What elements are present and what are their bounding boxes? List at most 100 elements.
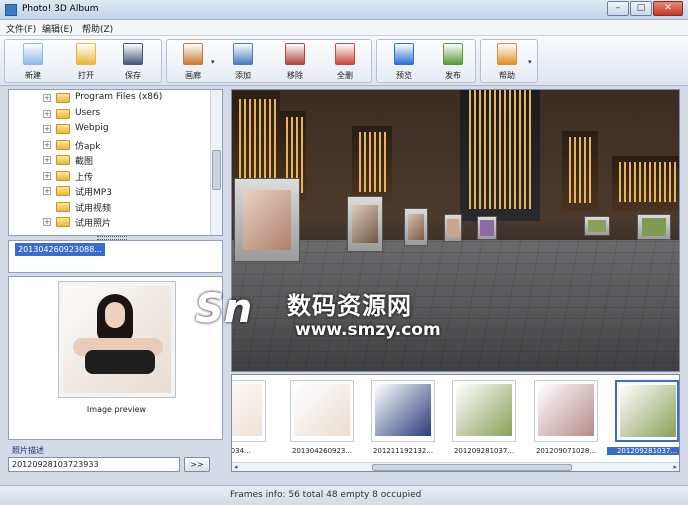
expand-icon[interactable]: + (43, 171, 51, 180)
expand-icon[interactable]: + (43, 187, 51, 195)
gallery-frame[interactable] (347, 196, 383, 252)
tree-item[interactable]: + 试用照片 (9, 215, 209, 229)
gallery-dropdown-icon[interactable]: ▾ (211, 58, 215, 66)
toolbar-label: 保存 (125, 71, 141, 80)
tree-item[interactable]: + Webpig (9, 122, 209, 136)
tree-item[interactable]: + 仿apk (9, 138, 209, 152)
frames-info: Frames info: 56 total 48 empty 8 occupie… (230, 490, 422, 500)
thumbnail-image (620, 385, 676, 437)
tree-scrollbar[interactable] (210, 90, 222, 235)
thumbnail-caption: 201304260923... (291, 447, 353, 455)
watermark-url: www.smzy.com (295, 320, 441, 340)
tree-item[interactable]: + Users (9, 107, 209, 121)
watermark-logo: Sn (195, 286, 253, 332)
thumbnail[interactable] (371, 380, 435, 442)
thumbnail[interactable] (290, 380, 354, 442)
thumbnail-strip: 142034... 201304260923... 201211192132... 2… (231, 374, 680, 472)
gallery-frame[interactable] (234, 178, 300, 262)
thumbnail[interactable] (232, 380, 266, 442)
window-title: Photo! 3D Album (22, 4, 99, 14)
watermark-site-name: 数码资源网 (287, 292, 412, 320)
apply-description-button[interactable]: >> (184, 457, 210, 472)
tree-item-label: Program Files (x86) (75, 92, 163, 102)
tree-item[interactable]: + 截图 (9, 153, 209, 167)
app-icon (5, 4, 17, 16)
gallery-frame[interactable] (637, 214, 671, 240)
expand-icon[interactable]: + (43, 218, 51, 226)
building (562, 131, 598, 211)
tree-item-label: Users (75, 107, 101, 118)
thumbnail-scrollbar[interactable]: ◂ ▸ (232, 462, 679, 471)
thumbnail-scroll-thumb[interactable] (372, 464, 572, 471)
thumbnail-image (375, 384, 431, 436)
expand-icon[interactable]: + (43, 109, 51, 118)
folder-icon (56, 93, 70, 103)
thumbnail[interactable] (452, 380, 516, 442)
description-input[interactable]: 20120928103723933 (8, 457, 180, 472)
publish-icon (443, 43, 463, 65)
expand-icon[interactable]: + (43, 140, 51, 149)
help-icon (497, 43, 517, 65)
menu-help[interactable]: 帮助(Z) (82, 22, 113, 35)
toolbar-label: 添加 (235, 71, 251, 80)
toolbar-button-save-disk[interactable]: 保存 (110, 41, 156, 83)
toolbar-button-remove-photo[interactable]: 移除 (272, 41, 318, 83)
expand-icon[interactable]: + (43, 94, 51, 102)
menu-file[interactable]: 文件(F) (6, 22, 36, 35)
tree-item[interactable]: 试用视频 (9, 200, 209, 214)
menu-edit[interactable]: 编辑(E) (42, 22, 73, 35)
tree-item[interactable]: + Program Files (x86) (9, 91, 209, 105)
toolbar: 新建 打开 保存 画廊 添加 移除 全删 预览 发布 帮助 ▾ ▾ (0, 36, 688, 86)
preview-photo-frame (58, 281, 176, 398)
scroll-left-icon[interactable]: ◂ (234, 463, 238, 471)
building (612, 156, 679, 211)
expand-icon[interactable]: + (43, 125, 51, 133)
minimize-button[interactable]: – (607, 1, 629, 16)
tree-item[interactable]: + 试用MP3 (9, 184, 209, 198)
toolbar-button-new-file[interactable]: 新建 (10, 41, 56, 83)
thumbnail-image (232, 384, 262, 436)
tree-item-label: 试用照片 (75, 219, 112, 229)
remove-photo-icon (285, 43, 305, 65)
tree-scroll-thumb[interactable] (212, 150, 221, 190)
gallery-frame[interactable] (584, 216, 610, 236)
gallery-frame[interactable] (404, 208, 428, 246)
help-dropdown-icon[interactable]: ▾ (528, 58, 532, 66)
toolbar-button-help[interactable]: 帮助 (484, 41, 530, 83)
toolbar-button-publish[interactable]: 发布 (430, 41, 476, 83)
folder-icon (56, 217, 70, 227)
selected-file-item[interactable]: 201304260923088... (15, 243, 105, 256)
new-file-icon (23, 43, 43, 65)
expand-icon[interactable]: + (43, 156, 51, 164)
folder-icon (56, 124, 70, 134)
toolbar-label: 打开 (78, 71, 94, 80)
toolbar-button-gallery[interactable]: 画廊 (170, 41, 216, 83)
gallery-frame[interactable] (477, 216, 497, 240)
thumbnail-image (456, 384, 512, 436)
toolbar-button-preview-play[interactable]: 预览 (381, 41, 427, 83)
tree-item[interactable]: + 上传 (9, 169, 209, 183)
scroll-right-icon[interactable]: ▸ (673, 463, 677, 471)
close-button[interactable]: ✕ (653, 1, 683, 16)
toolbar-label: 预览 (396, 71, 412, 80)
gallery-frame[interactable] (444, 214, 462, 242)
menu-bar: 文件(F) 编辑(E) 帮助(Z) (0, 20, 688, 36)
maximize-button[interactable]: □ (630, 1, 652, 16)
tree-item-label: 上传 (75, 172, 94, 183)
toolbar-button-delete-all[interactable]: 全删 (322, 41, 368, 83)
tree-item-label: Webpig (75, 123, 109, 133)
preview-caption: Image preview (86, 405, 147, 414)
thumbnail[interactable] (615, 380, 679, 442)
preview-photo (63, 286, 171, 393)
folder-icon (56, 108, 70, 119)
folder-tree[interactable]: + Program Files (x86) + Users + Webpig + 仿apk + 截… (8, 89, 223, 236)
toolbar-button-add-photo[interactable]: 添加 (220, 41, 266, 83)
toolbar-label: 发布 (445, 71, 461, 80)
file-list[interactable]: 201304260923088... (8, 240, 223, 273)
description-label: 照片描述 (12, 446, 44, 455)
toolbar-button-open-folder[interactable]: 打开 (63, 41, 109, 83)
tree-item-label: 截图 (75, 157, 94, 167)
thumbnail-caption: 201209281037... (607, 447, 679, 455)
thumbnail[interactable] (534, 380, 598, 442)
toolbar-label: 画廊 (185, 71, 201, 80)
